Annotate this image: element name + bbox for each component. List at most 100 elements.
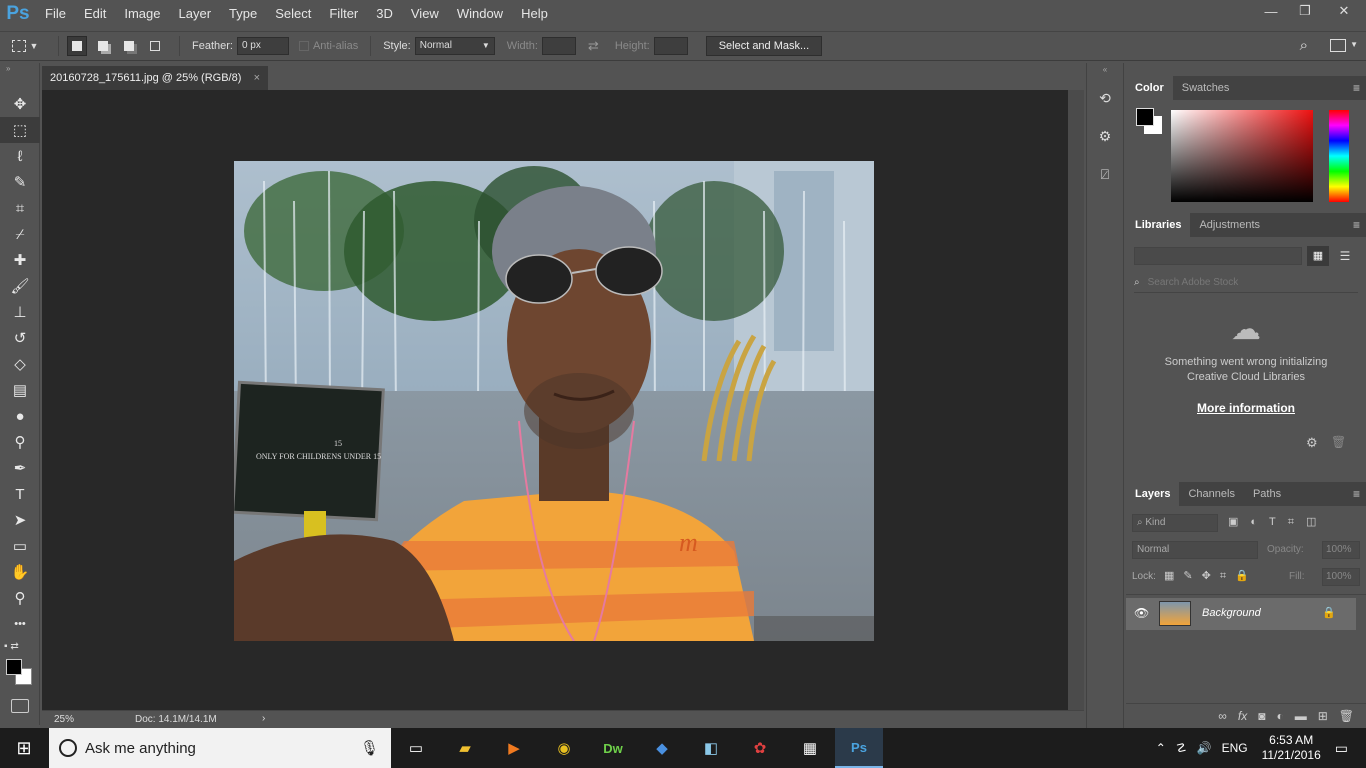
menu-file[interactable]: File [36, 0, 75, 28]
trash-icon[interactable]: 🗑 [1331, 435, 1346, 449]
close-button[interactable]: ✕ [1322, 0, 1366, 22]
collapse-icon[interactable]: « [1087, 63, 1123, 83]
dreamweaver-icon[interactable]: Dw [589, 728, 637, 768]
select-and-mask-button[interactable]: Select and Mask... [705, 36, 823, 56]
windows-start-icon[interactable]: ⊞ [0, 728, 48, 768]
history-brush-tool[interactable]: ↺ [0, 325, 40, 351]
microphone-icon[interactable]: 🎙 [360, 739, 379, 757]
pen-tool[interactable]: ✒ [0, 455, 40, 481]
restore-button[interactable]: ❐ [1288, 0, 1322, 22]
swap-colors-icon[interactable]: ▪ ⇄ [4, 641, 36, 655]
zoom-level[interactable]: 25% [54, 714, 74, 725]
language-indicator[interactable]: ENG [1222, 741, 1248, 755]
lasso-tool[interactable]: ℓ [0, 143, 40, 169]
more-information-link[interactable]: More information [1126, 401, 1366, 415]
properties-panel-icon[interactable]: ⚙ [1087, 121, 1123, 151]
adjustment-icon[interactable]: ◐ [1276, 709, 1283, 723]
menu-3d[interactable]: 3D [367, 0, 402, 28]
layer-filter-icons[interactable]: ▣◐T⌗◫ [1228, 515, 1328, 529]
clone-stamp-tool[interactable]: ⊥ [0, 299, 40, 325]
blend-mode-select[interactable]: Normal [1132, 541, 1258, 559]
fx-icon[interactable]: fx [1238, 709, 1247, 723]
menu-type[interactable]: Type [220, 0, 266, 28]
notifications-icon[interactable]: ▭ [1335, 740, 1348, 757]
brush-tool[interactable]: 🖌 [0, 273, 40, 299]
layer-name[interactable]: Background [1202, 607, 1261, 619]
color-field[interactable] [1171, 110, 1313, 202]
gradient-tool[interactable]: ▤ [0, 377, 40, 403]
eraser-tool[interactable]: ◇ [0, 351, 40, 377]
panel-menu-icon[interactable]: ≡ [1353, 213, 1360, 237]
menu-filter[interactable]: Filter [320, 0, 367, 28]
height-input[interactable] [653, 37, 688, 55]
chevron-down-icon[interactable]: ▼ [1350, 40, 1358, 49]
panel-menu-icon[interactable]: ≡ [1353, 482, 1360, 506]
intersect-selection-button[interactable] [145, 36, 165, 56]
menu-edit[interactable]: Edit [75, 0, 115, 28]
lock-icons[interactable]: ▦✎✥⌗🔒 [1164, 569, 1258, 583]
opacity-input[interactable]: 100% [1322, 541, 1360, 559]
list-view-icon[interactable]: ☰ [1334, 246, 1356, 266]
blur-tool[interactable]: ● [0, 403, 40, 429]
quick-mask-icon[interactable] [11, 699, 29, 713]
stock-search[interactable]: ⌕ Search Adobe Stock [1134, 273, 1358, 293]
tab-libraries[interactable]: Libraries [1126, 213, 1191, 237]
layer-filter-select[interactable]: ⌕ Kind [1132, 514, 1218, 532]
search-icon[interactable]: ⌕ [1300, 37, 1308, 54]
volume-icon[interactable]: 🔊 [1197, 741, 1212, 755]
cortana-search[interactable]: Ask me anything 🎙 [49, 728, 391, 768]
clock[interactable]: 6:53 AM 11/21/2016 [1262, 733, 1321, 763]
menu-image[interactable]: Image [115, 0, 169, 28]
fg-color-swatch[interactable] [1136, 108, 1154, 126]
width-input[interactable] [541, 37, 576, 55]
swap-icon[interactable]: ⇄ [588, 38, 599, 54]
chevron-up-icon[interactable]: ⌃ [1156, 741, 1166, 755]
eye-icon[interactable]: 👁 [1134, 606, 1149, 620]
status-menu-arrow[interactable]: › [262, 713, 265, 724]
menu-window[interactable]: Window [448, 0, 512, 28]
collapse-icon[interactable]: » [0, 63, 39, 91]
hand-tool[interactable]: ✋ [0, 559, 40, 585]
layer-row[interactable]: 👁 Background 🔒 [1126, 598, 1356, 630]
chrome-icon[interactable]: ◉ [540, 728, 588, 768]
panel-menu-icon[interactable]: ≡ [1353, 76, 1360, 100]
subtract-selection-button[interactable] [119, 36, 139, 56]
character-panel-icon[interactable]: ⍁ [1087, 159, 1123, 189]
tab-channels[interactable]: Channels [1179, 482, 1243, 506]
trash-icon[interactable]: 🗑 [1339, 709, 1354, 723]
grid-view-icon[interactable]: ▦ [1307, 246, 1329, 266]
paint-icon[interactable]: ✿ [736, 728, 784, 768]
photoshop-taskbar-icon[interactable]: Ps [835, 728, 883, 768]
fill-input[interactable]: 100% [1322, 568, 1360, 586]
folder-icon[interactable]: ▬ [1295, 709, 1307, 723]
move-tool[interactable]: ✥ [0, 91, 40, 117]
tab-adjustments[interactable]: Adjustments [1190, 213, 1269, 237]
marquee-tool[interactable]: ⬚ [0, 117, 40, 143]
menu-layer[interactable]: Layer [170, 0, 221, 28]
menu-select[interactable]: Select [266, 0, 320, 28]
new-layer-icon[interactable]: ⊞ [1318, 709, 1328, 723]
quick-selection-tool[interactable]: ✎ [0, 169, 40, 195]
rectangle-tool[interactable]: ▭ [0, 533, 40, 559]
zoom-tool[interactable]: ⚲ [0, 585, 40, 611]
more-tools[interactable]: ••• [0, 611, 40, 637]
file-explorer-icon[interactable]: ▰ [441, 728, 489, 768]
tab-paths[interactable]: Paths [1244, 482, 1290, 506]
antialias-checkbox[interactable] [298, 41, 309, 51]
minimize-button[interactable]: — [1254, 0, 1288, 22]
tab-color[interactable]: Color [1126, 76, 1173, 100]
wifi-icon[interactable]: ☡ [1176, 741, 1187, 755]
tab-swatches[interactable]: Swatches [1173, 76, 1239, 100]
workspace-icon[interactable] [1330, 39, 1346, 52]
foreground-color-swatch[interactable] [6, 659, 22, 675]
history-panel-icon[interactable]: ⟲ [1087, 83, 1123, 113]
mask-icon[interactable]: ◙ [1258, 709, 1265, 723]
crop-tool[interactable]: ⌗ [0, 195, 40, 221]
tool-preset-picker[interactable]: ▼ [0, 40, 50, 52]
document-tab[interactable]: 20160728_175611.jpg @ 25% (RGB/8) × [42, 66, 268, 90]
path-selection-tool[interactable]: ➤ [0, 507, 40, 533]
calculator-icon[interactable]: ▦ [786, 728, 834, 768]
task-view-icon[interactable]: ▭ [392, 728, 440, 768]
menu-view[interactable]: View [402, 0, 448, 28]
document-image[interactable]: ONLY FOR CHILDRENS UNDER 15 15 m [234, 161, 874, 641]
